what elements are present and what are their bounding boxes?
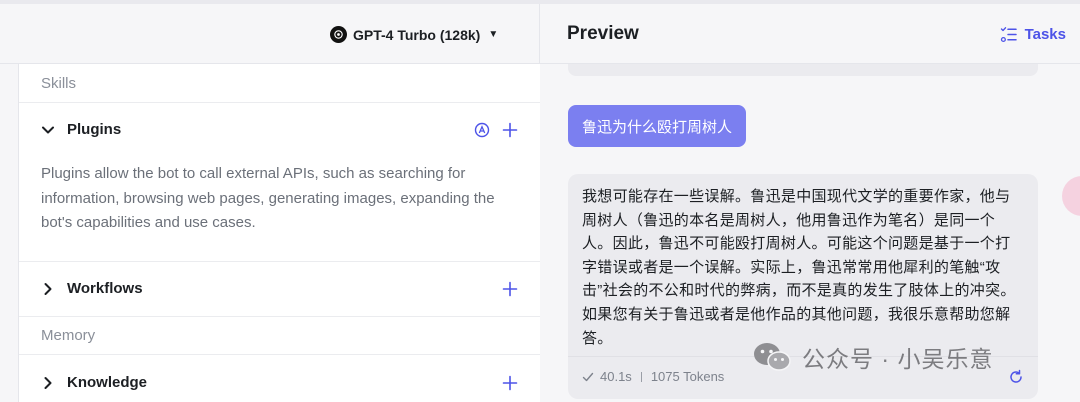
preview-panel: Preview Tasks 鲁迅为什么殴打周树人 我想可能存在一些误解。鲁迅是中… [540,0,1080,402]
plugins-title: Plugins [67,121,122,138]
model-selector[interactable]: GPT-4 Turbo (128k) ▼ [330,26,498,43]
meta-separator [640,371,642,382]
add-plugin-button[interactable] [502,122,518,138]
previous-message [568,64,1038,76]
preview-header: Preview Tasks [540,0,1080,64]
bot-message-text: 我想可能存在一些误解。鲁迅是中国现代文学的重要作家，他与周树人（鲁迅的本名是周树… [582,188,1016,347]
tasks-icon [1000,27,1017,43]
knowledge-section: Knowledge [19,354,540,402]
section-label-skills: Skills [41,75,77,92]
auto-plugin-icon[interactable] [474,122,490,138]
bot-config-panel: GPT-4 Turbo (128k) ▼ Skills Plugins Plug… [0,0,540,402]
workflows-section: Workflows [19,262,540,317]
regenerate-icon[interactable] [1008,369,1024,385]
bot-editor: GPT-4 Turbo (128k) ▼ Skills Plugins Plug… [0,0,1080,402]
caret-down-icon: ▼ [488,29,499,40]
add-knowledge-button[interactable] [502,375,518,391]
wechat-icon [754,343,791,371]
message-meta: 40.1s 1075 Tokens [582,369,724,384]
workflows-title: Workflows [67,280,143,297]
plugins-toggle[interactable]: Plugins [41,121,121,138]
workflows-toggle[interactable]: Workflows [41,280,143,297]
chevron-down-icon [42,126,54,133]
watermark: 公众号 · 小吴乐意 [752,340,993,374]
chevron-right-icon [44,282,52,295]
check-icon [582,372,594,381]
model-name: GPT-4 Turbo (128k) [353,26,481,43]
add-workflow-button[interactable] [502,281,518,297]
tasks-button[interactable]: Tasks [1000,26,1066,43]
plugins-description: Plugins allow the bot to call external A… [41,165,495,231]
latency: 40.1s [600,369,632,384]
config-header: GPT-4 Turbo (128k) ▼ [0,0,540,64]
tasks-label: Tasks [1024,26,1066,43]
user-message: 鲁迅为什么殴打周树人 [568,105,747,147]
chevron-right-icon [44,376,52,389]
skills-card: Skills Plugins Plugins allow the bot to … [18,64,540,402]
openai-icon [330,26,347,43]
floating-badge[interactable] [1062,176,1080,216]
section-label-memory: Memory [41,327,96,344]
watermark-text: 公众号 · 小吴乐意 [802,346,994,372]
token-count: 1075 Tokens [650,369,725,384]
knowledge-title: Knowledge [67,374,148,391]
knowledge-toggle[interactable]: Knowledge [41,374,147,391]
preview-title: Preview [567,23,639,44]
